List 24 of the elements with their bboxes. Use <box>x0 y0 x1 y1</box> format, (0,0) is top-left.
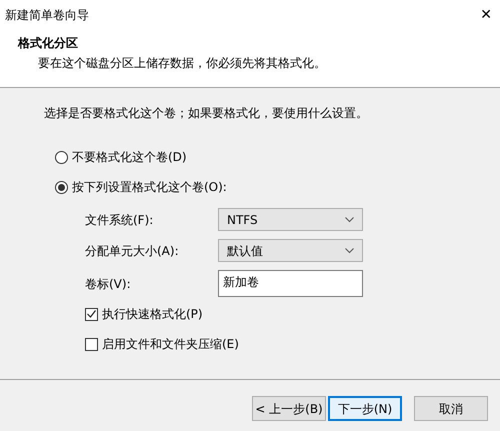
checkbox[interactable] <box>85 308 98 320</box>
field-label: 卷标(V): <box>85 276 132 293</box>
radio-button[interactable] <box>55 180 68 194</box>
window-title: 新建简单卷向导 <box>5 7 89 24</box>
wizard-button[interactable]: < 上一步(B) <box>252 396 326 421</box>
chevron-icon <box>345 216 354 222</box>
dropdown[interactable]: NTFS <box>218 208 363 231</box>
radio-label[interactable]: 按下列设置格式化这个卷(O): <box>72 178 227 196</box>
checkbox[interactable] <box>85 338 98 350</box>
header-subtitle: 要在这个磁盘分区上储存数据，你必须先将其格式化。 <box>37 55 327 72</box>
checkbox-label[interactable]: 启用文件和文件夹压缩(E) <box>102 335 239 353</box>
checkbox-label[interactable]: 执行快速格式化(P) <box>102 305 203 323</box>
chevron-icon <box>345 248 354 254</box>
radio-button[interactable] <box>55 150 68 164</box>
radio-label[interactable]: 不要格式化这个卷(D) <box>72 148 187 166</box>
wizard-button[interactable]: 下一步(N) <box>328 396 402 421</box>
header-title: 格式化分区 <box>18 35 79 52</box>
text-field[interactable]: 新加卷 <box>218 270 363 297</box>
wizard-button[interactable]: 取消 <box>414 396 488 421</box>
close-icon[interactable]: ✕ <box>480 4 492 26</box>
dropdown[interactable]: 默认值 <box>218 239 363 262</box>
field-label: 文件系统(F): <box>85 212 154 228</box>
field-label: 分配单元大小(A): <box>85 242 180 260</box>
prompt-text: 选择是否要格式化这个卷；如果要格式化，要使用什么设置。 <box>44 105 369 122</box>
